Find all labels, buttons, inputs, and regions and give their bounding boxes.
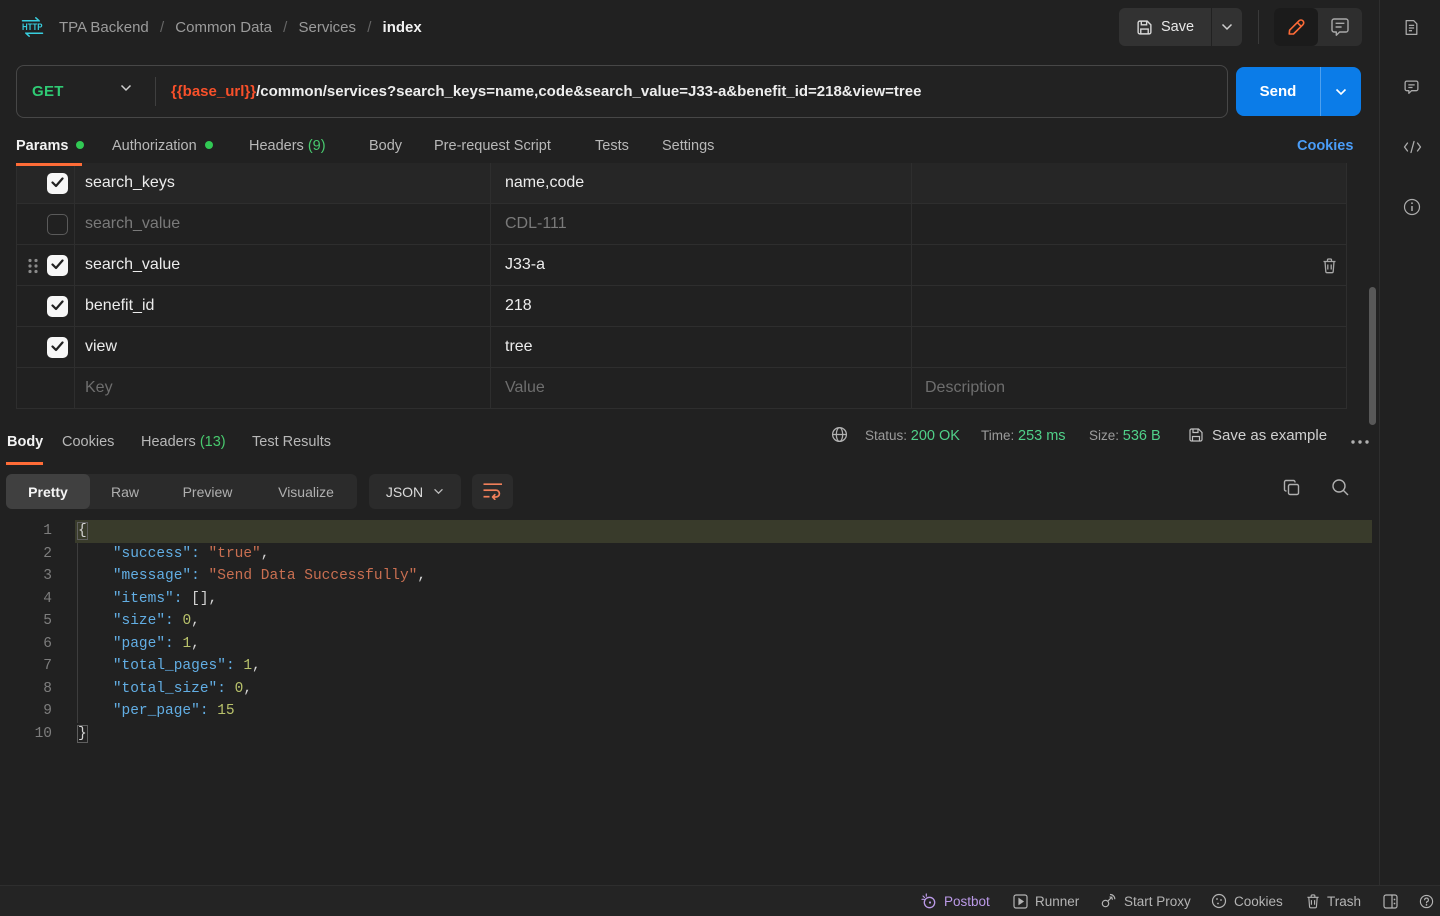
svg-text:HTTP: HTTP: [22, 22, 43, 32]
